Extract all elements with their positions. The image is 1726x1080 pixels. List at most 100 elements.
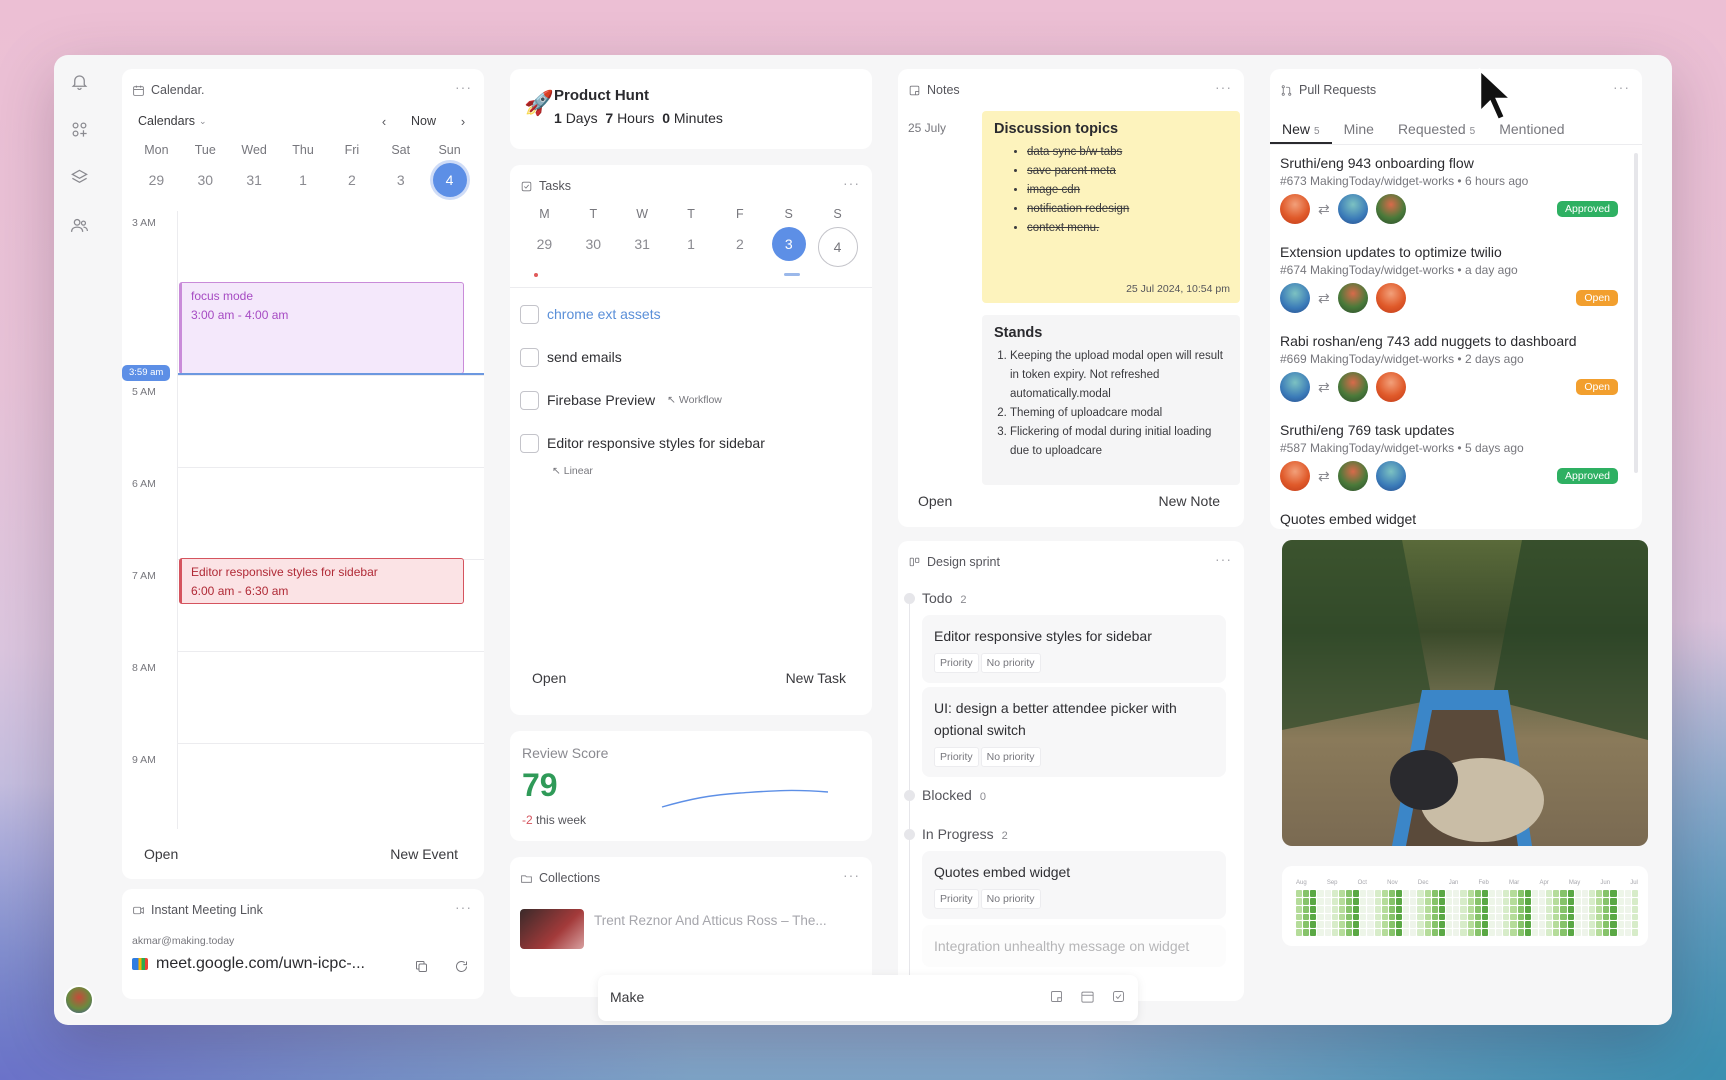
day-cell[interactable]: 2 — [715, 227, 764, 261]
collection-item[interactable]: Trent Reznor And Atticus Ross – The... — [594, 913, 827, 928]
sprint-card[interactable]: Quotes embed widget Priority No priority — [922, 851, 1226, 919]
sticky-note[interactable]: Discussion topics data sync b/w tabs sav… — [982, 111, 1240, 303]
sprint-card[interactable]: Editor responsive styles for sidebar Pri… — [922, 615, 1226, 683]
notes-date: 25 July — [908, 121, 947, 135]
calendar-widget: Calendar. ··· Calendars ⌄ ‹ Now › Mon Tue… — [122, 69, 484, 879]
heatmap-cell — [1417, 921, 1424, 929]
pr-item[interactable]: Sruthi/eng 943 onboarding flow #673 Maki… — [1280, 155, 1618, 225]
more-icon[interactable]: ··· — [455, 899, 472, 915]
next-week-button[interactable]: › — [452, 114, 474, 129]
heatmap-cell — [1567, 921, 1574, 929]
more-icon[interactable]: ··· — [1215, 551, 1232, 567]
pr-item[interactable]: Extension updates to optimize twilio #67… — [1280, 244, 1618, 314]
heatmap-month-label: Apr — [1539, 880, 1549, 886]
heatmap-cell — [1567, 890, 1574, 897]
heatmap-cell — [1524, 890, 1531, 897]
open-notes-button[interactable]: Open — [918, 493, 952, 509]
sticky-note[interactable]: Stands Keeping the upload modal open wil… — [982, 315, 1240, 485]
heatmap-cell — [1546, 929, 1553, 936]
heatmap-cell — [1446, 897, 1453, 905]
heatmap-cell — [1338, 890, 1346, 897]
meeting-link[interactable]: meet.google.com/uwn-icpc-... — [156, 955, 365, 973]
sprint-section-in-progress[interactable]: In Progress 2 — [922, 826, 1008, 842]
heatmap-cell — [1624, 913, 1631, 921]
day-cell[interactable]: 3 — [376, 163, 425, 197]
pr-item[interactable]: Rabi roshan/eng 743 add nuggets to dashb… — [1280, 333, 1618, 403]
sprint-section-blocked[interactable]: Blocked 0 — [922, 787, 986, 803]
heatmap-cell — [1324, 913, 1331, 921]
task-indicator-dot — [534, 273, 538, 277]
new-task-button[interactable]: New Task — [786, 670, 846, 686]
tab-new[interactable]: New 5 — [1270, 115, 1332, 144]
current-time-tag: 3:59 am — [122, 365, 171, 381]
collection-thumbnail[interactable] — [520, 909, 584, 949]
task-checkbox[interactable] — [520, 347, 539, 367]
day-cell-today[interactable]: 4 — [817, 227, 858, 267]
heatmap-cell — [1467, 897, 1474, 905]
now-button[interactable]: Now — [405, 111, 442, 131]
day-cell[interactable]: 1 — [667, 227, 716, 261]
heatmap-cell — [1388, 921, 1396, 929]
pr-item[interactable]: Sruthi/eng 769 task updates #587 MakingT… — [1280, 422, 1618, 492]
task-checkbox[interactable] — [520, 304, 539, 324]
more-icon[interactable]: ··· — [843, 175, 860, 191]
new-note-button[interactable]: New Note — [1159, 493, 1220, 509]
calendars-dropdown[interactable]: Calendars ⌄ — [132, 111, 213, 131]
copy-icon[interactable] — [414, 959, 430, 975]
day-cell[interactable]: 29 — [132, 163, 181, 197]
new-event-button[interactable]: New Event — [390, 846, 458, 862]
day-cell[interactable]: 29 — [520, 227, 569, 261]
task-item[interactable]: Editor responsive styles for sidebar — [520, 432, 862, 454]
task-item[interactable]: Firebase Preview ↖ Workflow — [520, 389, 862, 411]
heatmap-cell — [1403, 929, 1410, 936]
open-calendar-button[interactable]: Open — [144, 846, 178, 862]
heatmap-cell — [1624, 897, 1631, 905]
day-cell[interactable]: 2 — [327, 163, 376, 197]
refresh-icon[interactable] — [454, 959, 470, 975]
heatmap-cell — [1553, 929, 1560, 936]
sprint-card[interactable]: UI: design a better attendee picker with… — [922, 687, 1226, 777]
photo-widget[interactable] — [1282, 540, 1648, 846]
heatmap-cell — [1631, 929, 1638, 936]
day-cell[interactable]: 31 — [230, 163, 279, 197]
more-icon[interactable]: ··· — [455, 79, 472, 95]
checkbox-icon[interactable] — [1111, 989, 1126, 1009]
heatmap-cell — [1438, 897, 1446, 905]
calendar-icon[interactable] — [1080, 989, 1095, 1009]
heatmap-cell — [1603, 921, 1610, 929]
users-icon[interactable] — [67, 213, 91, 237]
layers-icon[interactable] — [67, 165, 91, 189]
day-cell[interactable]: 31 — [618, 227, 667, 261]
prev-week-button[interactable]: ‹ — [373, 114, 395, 129]
calendar-event[interactable]: focus mode 3:00 am - 4:00 am — [179, 282, 464, 374]
more-icon[interactable]: ··· — [1215, 79, 1232, 95]
more-icon[interactable]: ··· — [843, 867, 860, 883]
day-cell-today[interactable]: 4 — [432, 163, 467, 197]
heatmap-cell — [1410, 921, 1417, 929]
heatmap-cell — [1603, 890, 1610, 897]
heatmap-cell — [1538, 897, 1546, 905]
note-icon[interactable] — [1049, 989, 1064, 1009]
sprint-card[interactable]: Integration unhealthy message on widget — [922, 925, 1226, 967]
bell-icon[interactable] — [67, 69, 91, 93]
pr-scrollbar[interactable] — [1634, 153, 1638, 473]
day-cell[interactable]: 1 — [279, 163, 328, 197]
day-cell[interactable]: 30 — [569, 227, 618, 261]
command-bar[interactable]: Make — [598, 975, 1138, 1021]
day-cell-selected[interactable]: 3 — [771, 227, 806, 261]
task-item[interactable]: send emails — [520, 346, 862, 368]
tab-requested[interactable]: Requested 5 — [1386, 115, 1487, 144]
task-checkbox[interactable] — [520, 390, 539, 410]
day-cell[interactable]: 30 — [181, 163, 230, 197]
command-input[interactable]: Make — [610, 989, 644, 1005]
tab-mine[interactable]: Mine — [1332, 115, 1386, 144]
user-avatar[interactable] — [64, 985, 94, 1015]
task-checkbox[interactable] — [520, 433, 539, 453]
sprint-section-todo[interactable]: Todo 2 — [922, 590, 966, 606]
pr-item[interactable]: Quotes embed widget — [1280, 511, 1618, 527]
calendar-event[interactable]: Editor responsive styles for sidebar 6:0… — [179, 558, 464, 604]
widgets-icon[interactable] — [67, 117, 91, 141]
task-item[interactable]: chrome ext assets — [520, 303, 862, 325]
more-icon[interactable]: ··· — [1613, 79, 1630, 95]
open-tasks-button[interactable]: Open — [532, 670, 566, 686]
